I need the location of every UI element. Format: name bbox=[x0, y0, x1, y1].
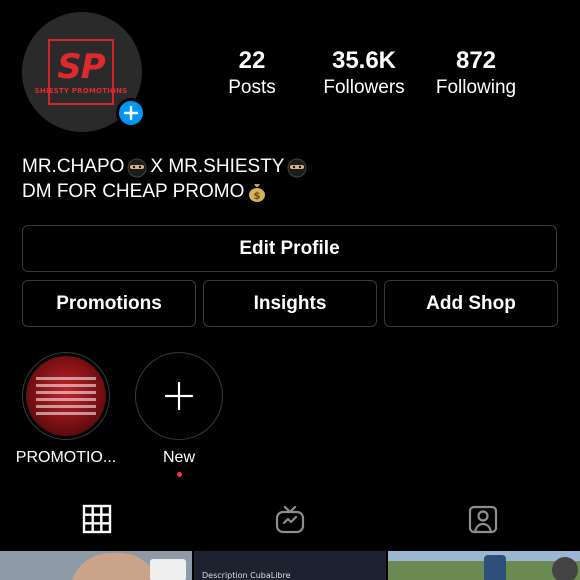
bio-shiesty-text: X MR.SHIESTY bbox=[150, 156, 285, 177]
plus-icon bbox=[164, 381, 194, 411]
post-thumbnail[interactable] bbox=[388, 551, 580, 580]
thumbnail-caption: Description CubaLibre bbox=[202, 571, 291, 580]
igtv-tab[interactable] bbox=[274, 503, 306, 535]
notification-dot bbox=[176, 472, 182, 477]
bio-promo-text: DM FOR CHEAP PROMO bbox=[22, 181, 245, 202]
posts-label: Posts bbox=[228, 77, 276, 98]
logo-subtext: SHIESTY PROMOTIONS bbox=[34, 86, 128, 95]
shiesty-promotions-logo: SP SHIESTY PROMOTIONS bbox=[35, 39, 127, 105]
post-thumbnail[interactable] bbox=[0, 551, 192, 580]
bio-chapo-text: MR.CHAPO bbox=[22, 156, 125, 177]
posts-count: 22 bbox=[238, 47, 266, 74]
following-count: 872 bbox=[455, 47, 497, 74]
followers-count: 35.6K bbox=[331, 47, 397, 74]
igtv-icon bbox=[275, 505, 305, 534]
edit-profile-button[interactable]: Edit Profile bbox=[22, 225, 557, 272]
highlight-label: PROMOTIO... bbox=[15, 449, 117, 466]
highlight-label: New bbox=[162, 449, 195, 466]
highlight-cover bbox=[22, 352, 110, 440]
logo-text: SP bbox=[57, 46, 105, 87]
highlight-new[interactable]: New bbox=[134, 352, 224, 477]
following-label: Following bbox=[435, 77, 517, 98]
grid-icon bbox=[82, 504, 112, 534]
new-highlight-circle bbox=[135, 352, 223, 440]
svg-text:$: $ bbox=[254, 191, 261, 202]
ninja-emoji-icon bbox=[287, 158, 307, 177]
following-stat[interactable]: 872 Following bbox=[426, 46, 526, 100]
profile-bio: MR.CHAPO X MR.SHIESTY DM FOR CHEAP PROMO… bbox=[22, 154, 310, 204]
ninja-emoji-icon bbox=[127, 158, 147, 177]
followers-stat[interactable]: 35.6K Followers bbox=[312, 46, 416, 100]
bio-line-2: DM FOR CHEAP PROMO $ bbox=[22, 179, 310, 204]
post-thumbnail[interactable]: Description CubaLibre bbox=[194, 551, 386, 580]
posts-stat[interactable]: 22 Posts bbox=[212, 46, 292, 100]
bio-line-1: MR.CHAPO X MR.SHIESTY bbox=[22, 154, 310, 179]
add-story-badge[interactable] bbox=[116, 98, 146, 128]
tagged-tab[interactable] bbox=[467, 503, 499, 535]
promotions-button[interactable]: Promotions bbox=[22, 280, 196, 327]
grid-tab[interactable] bbox=[81, 503, 113, 535]
insights-button[interactable]: Insights bbox=[203, 280, 377, 327]
plus-icon bbox=[123, 105, 139, 121]
highlight-cover-image bbox=[26, 356, 106, 436]
highlight-promotions[interactable]: PROMOTIO... bbox=[14, 352, 118, 468]
followers-label: Followers bbox=[323, 77, 405, 98]
tagged-icon bbox=[468, 505, 498, 534]
money-bag-icon: $ bbox=[249, 183, 266, 202]
add-shop-button[interactable]: Add Shop bbox=[384, 280, 558, 327]
